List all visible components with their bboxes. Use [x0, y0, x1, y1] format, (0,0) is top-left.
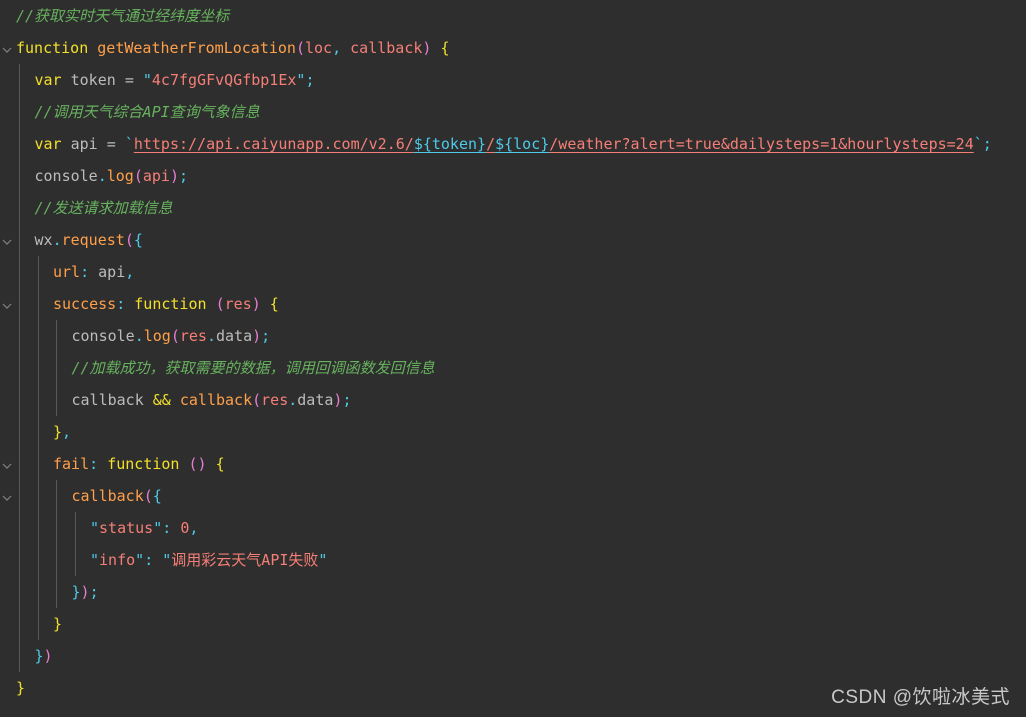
fold-gutter[interactable]	[0, 0, 14, 717]
code-line[interactable]: })	[14, 640, 1026, 672]
code-line-text: function getWeatherFromLocation(loc, cal…	[16, 39, 450, 57]
code-line[interactable]: fail: function () {	[14, 448, 1026, 480]
indent-guide	[19, 320, 20, 352]
code-line[interactable]: //发送请求加载信息	[14, 192, 1026, 224]
indent-guide	[37, 416, 39, 448]
fold-chevron-icon[interactable]	[1, 460, 13, 472]
indent-guide	[37, 256, 39, 288]
fold-chevron-icon[interactable]	[1, 44, 13, 56]
indent-guide	[37, 512, 39, 544]
indent-guide	[19, 128, 20, 160]
code-line-text: url: api,	[53, 263, 135, 281]
code-line-text: callback({	[71, 487, 162, 505]
indent-guide	[19, 192, 20, 224]
code-line[interactable]: wx.request({	[14, 224, 1026, 256]
indent-guide	[74, 544, 76, 576]
code-line[interactable]: console.log(res.data);	[14, 320, 1026, 352]
code-line[interactable]: //调用天气综合API查询气象信息	[14, 96, 1026, 128]
fold-chevron-icon[interactable]	[1, 492, 13, 504]
code-content[interactable]: //获取实时天气通过经纬度坐标 function getWeatherFromLo…	[14, 0, 1026, 717]
code-line-text: callback && callback(res.data);	[71, 391, 352, 409]
code-line-text: //调用天气综合API查询气象信息	[34, 103, 260, 121]
indent-guide	[19, 544, 20, 576]
code-line[interactable]: callback && callback(res.data);	[14, 384, 1026, 416]
code-line-text: //发送请求加载信息	[34, 199, 173, 217]
code-line[interactable]: //获取实时天气通过经纬度坐标	[14, 0, 1026, 32]
code-line-text: var api = `https://api.caiyunapp.com/v2.…	[34, 135, 992, 153]
code-line[interactable]: }	[14, 608, 1026, 640]
indent-guide	[37, 384, 39, 416]
code-line[interactable]: });	[14, 576, 1026, 608]
code-line-text: fail: function () {	[53, 455, 225, 473]
indent-guide	[19, 448, 20, 480]
code-line[interactable]: console.log(api);	[14, 160, 1026, 192]
indent-guide	[37, 576, 39, 608]
code-line[interactable]: var api = `https://api.caiyunapp.com/v2.…	[14, 128, 1026, 160]
fold-chevron-icon[interactable]	[1, 300, 13, 312]
code-line-text: "info": "调用彩云天气API失败"	[90, 551, 328, 569]
indent-guide	[19, 384, 20, 416]
code-line[interactable]: "info": "调用彩云天气API失败"	[14, 544, 1026, 576]
code-editor[interactable]: //获取实时天气通过经纬度坐标 function getWeatherFromLo…	[0, 0, 1026, 717]
indent-guide	[19, 288, 20, 320]
indent-guide	[19, 64, 20, 96]
code-line-text: wx.request({	[34, 231, 143, 249]
code-line[interactable]: function getWeatherFromLocation(loc, cal…	[14, 32, 1026, 64]
indent-guide	[19, 512, 20, 544]
code-line-text: });	[71, 583, 99, 601]
indent-guide	[37, 288, 39, 320]
code-line-text: //加载成功，获取需要的数据，调用回调函数发回信息	[71, 359, 435, 377]
indent-guide	[37, 448, 39, 480]
indent-guide	[56, 544, 57, 576]
indent-guide	[56, 576, 57, 608]
code-line-text: console.log(api);	[34, 167, 189, 185]
indent-guide	[56, 384, 57, 416]
csdn-watermark: CSDN @饮啦冰美式	[831, 687, 1010, 708]
code-line-text: },	[53, 423, 72, 441]
indent-guide	[19, 352, 20, 384]
code-line[interactable]: url: api,	[14, 256, 1026, 288]
code-line[interactable]: callback({	[14, 480, 1026, 512]
indent-guide	[56, 512, 57, 544]
code-line-text: success: function (res) {	[53, 295, 279, 313]
code-line[interactable]: success: function (res) {	[14, 288, 1026, 320]
code-line-text: console.log(res.data);	[71, 327, 271, 345]
indent-guide	[19, 608, 20, 640]
code-line[interactable]: var token = "4c7fgGFvQGfbp1Ex";	[14, 64, 1026, 96]
indent-guide	[19, 576, 20, 608]
indent-guide	[19, 160, 20, 192]
fold-chevron-icon[interactable]	[1, 236, 13, 248]
indent-guide	[74, 512, 76, 544]
indent-guide	[19, 640, 20, 672]
code-line[interactable]: //加载成功，获取需要的数据，调用回调函数发回信息	[14, 352, 1026, 384]
indent-guide	[37, 480, 39, 512]
indent-guide	[19, 416, 20, 448]
indent-guide	[56, 320, 57, 352]
code-line-text: var token = "4c7fgGFvQGfbp1Ex";	[34, 71, 315, 89]
code-line[interactable]: "status": 0,	[14, 512, 1026, 544]
code-line-text: "status": 0,	[90, 519, 199, 537]
indent-guide	[19, 224, 20, 256]
code-line[interactable]: },	[14, 416, 1026, 448]
indent-guide	[19, 480, 20, 512]
indent-guide	[19, 96, 20, 128]
indent-guide	[37, 608, 39, 640]
code-line-text: })	[34, 647, 53, 665]
indent-guide	[56, 352, 57, 384]
indent-guide	[37, 352, 39, 384]
indent-guide	[37, 544, 39, 576]
indent-guide	[19, 256, 20, 288]
indent-guide	[37, 320, 39, 352]
code-line-text: }	[53, 615, 63, 633]
indent-guide	[56, 480, 57, 512]
code-line-text: //获取实时天气通过经纬度坐标	[16, 7, 230, 25]
